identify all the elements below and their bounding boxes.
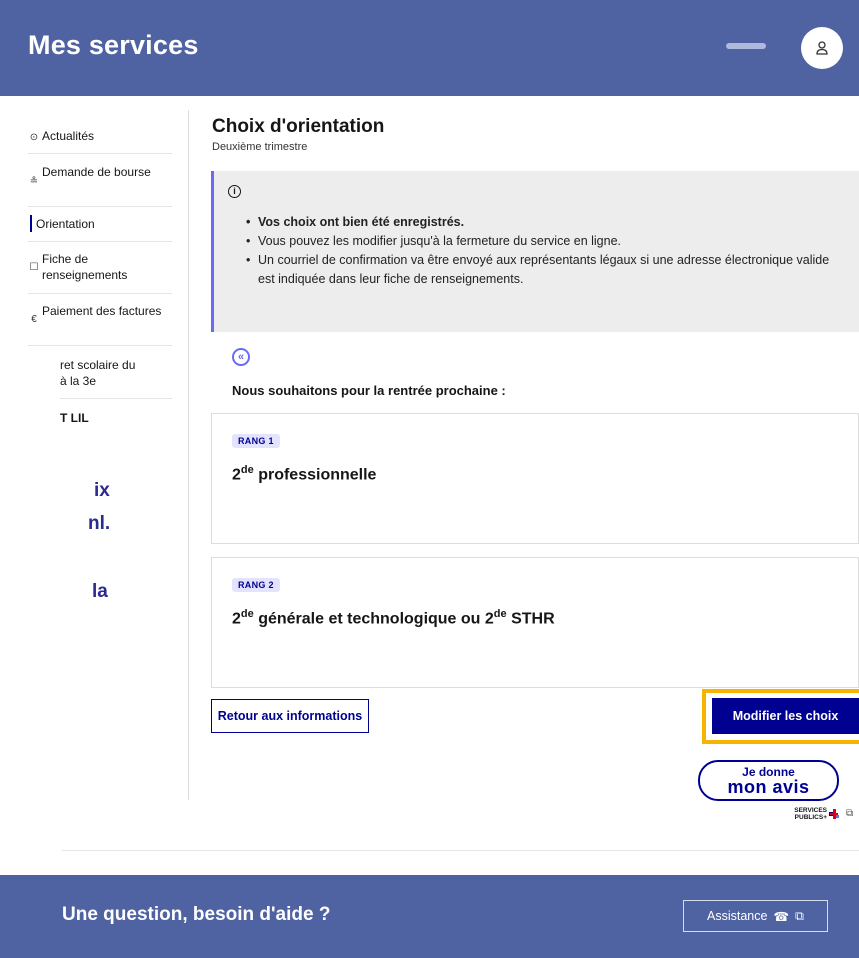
clock-icon: ⊙ <box>29 132 39 143</box>
info-item: Vous pouvez les modifier jusqu'à la ferm… <box>244 232 844 251</box>
sidebar-item-livret[interactable]: ret scolaire du à la 3e <box>60 357 180 389</box>
page-title: Choix d'orientation <box>212 116 385 137</box>
sidebar-divider <box>28 206 172 207</box>
assistance-icon: ☎ <box>773 909 790 924</box>
sidebar-item-fiche[interactable]: ☐ Fiche de renseignements <box>28 251 172 285</box>
sidebar-item-label: Demande de bourse <box>42 165 151 179</box>
sidebar-item-label: Orientation <box>36 217 95 231</box>
sidebar-item-label: Paiement des factures <box>42 304 162 318</box>
sidebar-item-orientation[interactable]: Orientation <box>36 216 172 232</box>
info-item: Vos choix ont bien été enregistrés. <box>244 213 844 232</box>
external-link-icon: ⧉ <box>795 908 804 923</box>
overlay-text: la <box>92 581 108 602</box>
choice-card-rank-1: RANG 1 2de professionnelle <box>211 413 859 544</box>
overlay-text: ix <box>94 480 110 501</box>
euro-icon: € <box>31 314 37 325</box>
sidebar-divider <box>28 241 172 242</box>
feedback-label-line2: mon avis <box>727 777 810 797</box>
services-publics-logo: SERVICES PUBLICS+ <box>794 807 827 821</box>
user-icon <box>816 41 828 55</box>
assistance-label: Assistance <box>707 909 768 923</box>
sidebar-divider <box>28 345 172 346</box>
sidebar-item-lil[interactable]: T LIL <box>60 410 180 426</box>
choice-card-rank-2: RANG 2 2de générale et technologique ou … <box>211 557 859 688</box>
modify-choices-button[interactable]: Modifier les choix <box>712 698 859 734</box>
flag-icon <box>829 809 839 819</box>
user-name-blurred <box>726 43 766 49</box>
rank-badge: RANG 1 <box>232 434 280 448</box>
sidebar-divider <box>188 110 189 800</box>
help-title: Une question, besoin d'aide ? <box>62 904 331 925</box>
rank-badge: RANG 2 <box>232 578 280 592</box>
help-footer: Une question, besoin d'aide ? Assistance… <box>0 875 859 958</box>
choice-label: 2de professionnelle <box>232 464 377 484</box>
quote-icon: « <box>232 348 250 366</box>
choices-intro: Nous souhaitons pour la rentrée prochain… <box>232 383 506 398</box>
active-indicator <box>30 215 32 232</box>
info-callout: i Vos choix ont bien été enregistrés. Vo… <box>211 171 859 332</box>
page-subtitle: Deuxième trimestre <box>212 141 308 153</box>
sidebar-divider <box>60 398 172 399</box>
sidebar-item-label: Fiche de renseignements <box>42 252 128 282</box>
sidebar-divider <box>28 153 172 154</box>
return-button[interactable]: Retour aux informations <box>211 699 369 733</box>
choice-label: 2de générale et technologique ou 2de STH… <box>232 608 555 628</box>
sidebar-item-label: à la 3e <box>60 374 97 388</box>
money-icon: ≗ <box>29 176 39 187</box>
assistance-button[interactable]: Assistance ☎ ⧉ <box>683 900 828 932</box>
external-link-icon[interactable]: ⧉ <box>846 808 853 819</box>
divider <box>62 850 859 851</box>
app-header: Mes services <box>0 0 859 96</box>
edit-icon: ☐ <box>29 262 39 273</box>
app-title: Mes services <box>28 30 199 60</box>
info-list: Vos choix ont bien été enregistrés. Vous… <box>244 213 844 289</box>
sidebar-divider <box>28 293 172 294</box>
feedback-button[interactable]: Je donne mon avis <box>698 760 839 801</box>
sidebar-item-label: ret scolaire du <box>60 358 136 372</box>
user-avatar-button[interactable] <box>801 27 843 69</box>
info-icon: i <box>228 185 241 198</box>
sidebar-item-label: T LIL <box>60 411 89 425</box>
sidebar-item-bourse[interactable]: ≗ Demande de bourse <box>28 164 172 198</box>
sidebar-item-paiement[interactable]: € Paiement des factures <box>28 303 172 337</box>
info-item: Un courriel de confirmation va être envo… <box>244 251 844 289</box>
overlay-text: nl. <box>88 513 111 534</box>
sidebar-item-label: Actualités <box>42 129 95 143</box>
